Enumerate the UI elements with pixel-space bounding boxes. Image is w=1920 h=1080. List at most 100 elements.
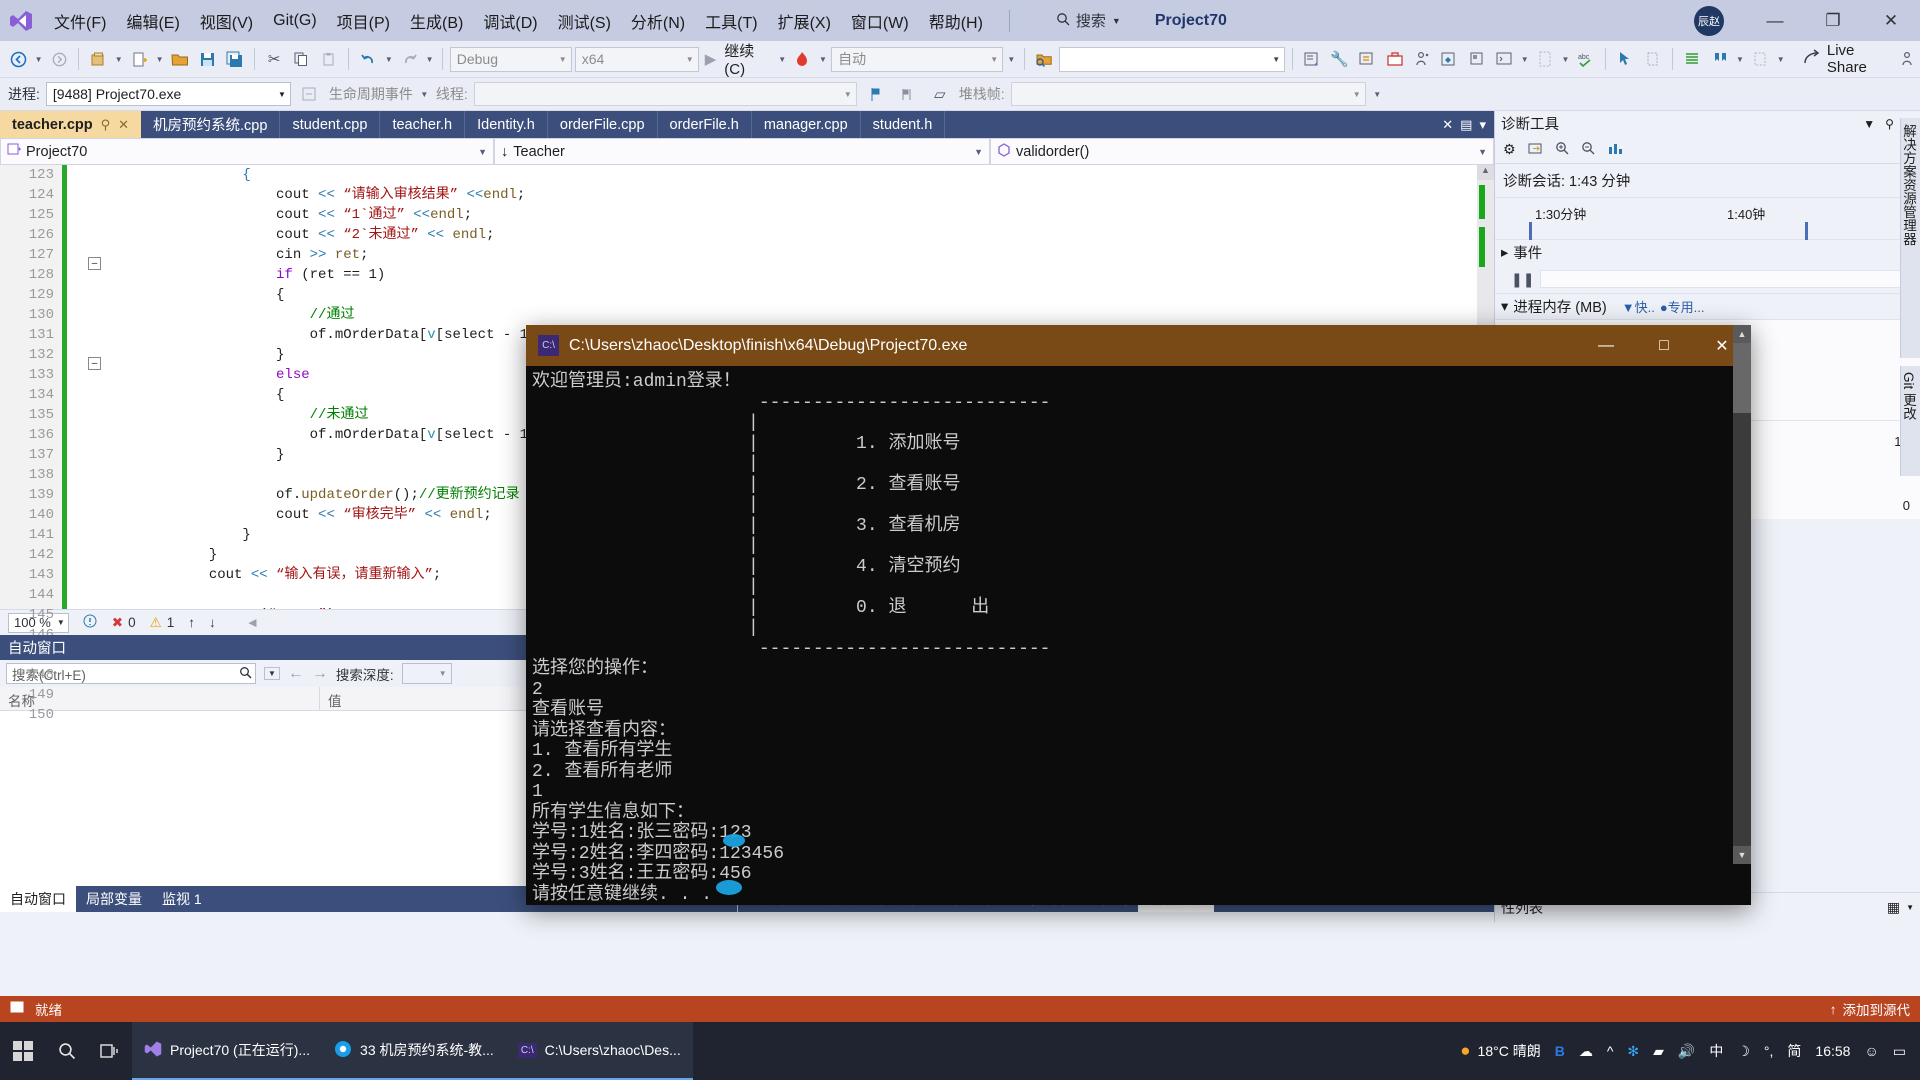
tab-identity-h[interactable]: Identity.h (465, 111, 548, 138)
tray-baidu-icon[interactable]: B (1555, 1043, 1565, 1059)
tray-lang-icon[interactable]: 简 (1787, 1041, 1801, 1061)
breadcrumb-project[interactable]: Project70 ▼ (0, 138, 494, 165)
code-line[interactable]: cout << “1`通过” <<endl; (108, 205, 1494, 225)
class-view-icon[interactable] (1437, 46, 1461, 72)
tray-emoji-icon[interactable]: ☺ (1864, 1043, 1878, 1059)
chevron-down-icon[interactable]: ▼ (1112, 16, 1121, 26)
tray-moon-icon[interactable]: ☽ (1737, 1043, 1750, 1060)
navigate-back-icon[interactable] (6, 46, 30, 72)
tab-autos[interactable]: 自动窗口 (0, 886, 76, 912)
no-filter-icon[interactable]: ▱ (927, 81, 953, 107)
select-tool-icon[interactable] (1613, 46, 1637, 72)
tab-jifang-cpp[interactable]: 机房预约系统.cpp (141, 111, 281, 138)
tab-orderfile-cpp[interactable]: orderFile.cpp (548, 111, 658, 138)
console-window[interactable]: C:\ C:\Users\zhaoc\Desktop\finish\x64\De… (526, 325, 1751, 905)
new-project-dropdown-icon[interactable]: ▼ (114, 55, 124, 64)
tray-network-icon[interactable]: ▰ (1653, 1043, 1664, 1060)
save-all-icon[interactable] (223, 46, 247, 72)
save-icon[interactable] (195, 46, 219, 72)
process-combo[interactable]: [9488] Project70.exe ▼ (45, 82, 291, 106)
tray-cloud-icon[interactable]: ☁ (1579, 1043, 1593, 1060)
live-share-button[interactable]: Live Share (1803, 42, 1893, 76)
lifecycle-events-label[interactable]: 生命周期事件 (329, 84, 413, 104)
property-grid-icon[interactable]: ▦ (1887, 899, 1900, 916)
open-file-icon[interactable] (168, 46, 192, 72)
console-maximize-button[interactable]: □ (1635, 325, 1693, 366)
diagnostics-timeline[interactable]: 1:30分钟 1:40钟 (1495, 197, 1920, 240)
close-button[interactable]: ✕ (1862, 0, 1920, 41)
tab-orderfile-h[interactable]: orderFile.h (658, 111, 752, 138)
chevron-down-icon[interactable]: ▼ (478, 147, 487, 157)
undo-dropdown-icon[interactable]: ▼ (384, 55, 394, 64)
find-in-files-icon[interactable] (1031, 46, 1055, 72)
outlining-margin[interactable]: – – (62, 165, 108, 609)
comment-icon[interactable] (1641, 46, 1665, 72)
chevron-down-icon[interactable]: ▼ (974, 147, 983, 157)
menu-debug[interactable]: 调试(D) (473, 5, 547, 37)
tray-volume-icon[interactable]: 🔊 (1678, 1043, 1695, 1060)
issue-nav-icon[interactable] (83, 614, 98, 632)
tab-manager-cpp[interactable]: manager.cpp (752, 111, 861, 138)
jump-to-icon[interactable] (1528, 142, 1543, 158)
menu-extensions[interactable]: 扩展(X) (768, 5, 841, 37)
stackframe-overflow-icon[interactable]: ▼ (1372, 90, 1383, 99)
scroll-up-icon[interactable]: ▲ (1477, 165, 1494, 180)
team-explorer-icon[interactable] (1410, 46, 1434, 72)
global-search-box[interactable]: 搜索 ▼ (1048, 7, 1129, 34)
lifecycle-events-icon[interactable] (297, 81, 323, 107)
console-minimize-button[interactable]: — (1577, 325, 1635, 366)
minimize-button[interactable]: — (1746, 0, 1804, 41)
navigate-forward-icon[interactable] (47, 46, 71, 72)
platform-combo[interactable]: x64 ▼ (574, 46, 699, 72)
thread-combo[interactable]: ▼ (473, 82, 857, 106)
parallel-stacks-icon[interactable] (895, 81, 921, 107)
menu-analyze[interactable]: 分析(N) (621, 5, 695, 37)
stackframe-combo[interactable]: ▼ (1010, 82, 1366, 106)
avatar[interactable]: 辰赵 (1694, 5, 1724, 36)
thread-flag-icon[interactable] (863, 81, 889, 107)
settings-gear-icon[interactable]: ⚙ (1503, 141, 1516, 158)
console-scroll-thumb[interactable] (1733, 343, 1751, 413)
toolbox-icon[interactable] (1382, 46, 1406, 72)
search-next-icon[interactable]: → (312, 665, 328, 683)
menu-build[interactable]: 生成(B) (400, 5, 473, 37)
close-icon[interactable]: ✕ (118, 117, 129, 133)
find-combo[interactable]: ▼ (1058, 46, 1286, 72)
outline-icon[interactable] (1748, 46, 1772, 72)
start-button[interactable] (0, 1022, 46, 1080)
menu-view[interactable]: 视图(V) (190, 5, 263, 37)
events-lane[interactable] (1540, 270, 1920, 288)
code-line[interactable]: if (ret == 1) (108, 265, 1494, 285)
panel-dropdown-icon[interactable]: ▼ (1863, 117, 1875, 131)
bookmark-dropdown-icon[interactable]: ▼ (1735, 55, 1745, 64)
new-file-icon[interactable] (127, 46, 151, 72)
more-windows-dropdown-icon[interactable]: ▼ (1560, 55, 1570, 64)
collapse-icon[interactable]: – (88, 257, 101, 270)
legend-snapshot[interactable]: ▼快.. (1622, 297, 1655, 316)
tray-bluetooth-icon[interactable]: ✻ (1627, 1043, 1639, 1060)
git-changes-dock-label[interactable]: Git 更改 (1900, 366, 1920, 476)
horizontal-scroll-left-icon[interactable]: ◄ (246, 615, 259, 630)
collapse-icon[interactable]: – (88, 357, 101, 370)
paste-icon[interactable] (317, 46, 341, 72)
code-line[interactable]: //通过 (108, 305, 1494, 325)
hot-reload-icon[interactable] (790, 46, 814, 72)
menu-git[interactable]: Git(G) (263, 8, 327, 34)
spell-check-icon[interactable]: abc (1574, 46, 1598, 72)
menu-file[interactable]: 文件(F) (44, 5, 116, 37)
properties-wrench-icon[interactable]: 🔧 (1328, 46, 1352, 72)
menu-project[interactable]: 项目(P) (327, 5, 400, 37)
tab-teacher-h[interactable]: teacher.h (380, 111, 466, 138)
console-output[interactable]: 欢迎管理员:admin登录！ -------------------------… (526, 366, 1751, 905)
tab-student-h[interactable]: student.h (861, 111, 946, 138)
menu-test[interactable]: 测试(S) (548, 5, 621, 37)
outline-dropdown-icon[interactable]: ▼ (1776, 55, 1786, 64)
clock[interactable]: 16:58 (1815, 1043, 1850, 1059)
tray-punct-icon[interactable]: °, (1764, 1043, 1774, 1059)
code-line[interactable]: { (108, 285, 1494, 305)
search-prev-icon[interactable]: ← (288, 665, 304, 683)
console-scrollbar[interactable]: ▲ ▼ (1733, 325, 1751, 864)
output-window-icon[interactable] (1492, 46, 1516, 72)
close-tab-icon[interactable]: ✕ (1442, 117, 1453, 133)
output-dropdown-icon[interactable]: ▼ (1520, 55, 1530, 64)
